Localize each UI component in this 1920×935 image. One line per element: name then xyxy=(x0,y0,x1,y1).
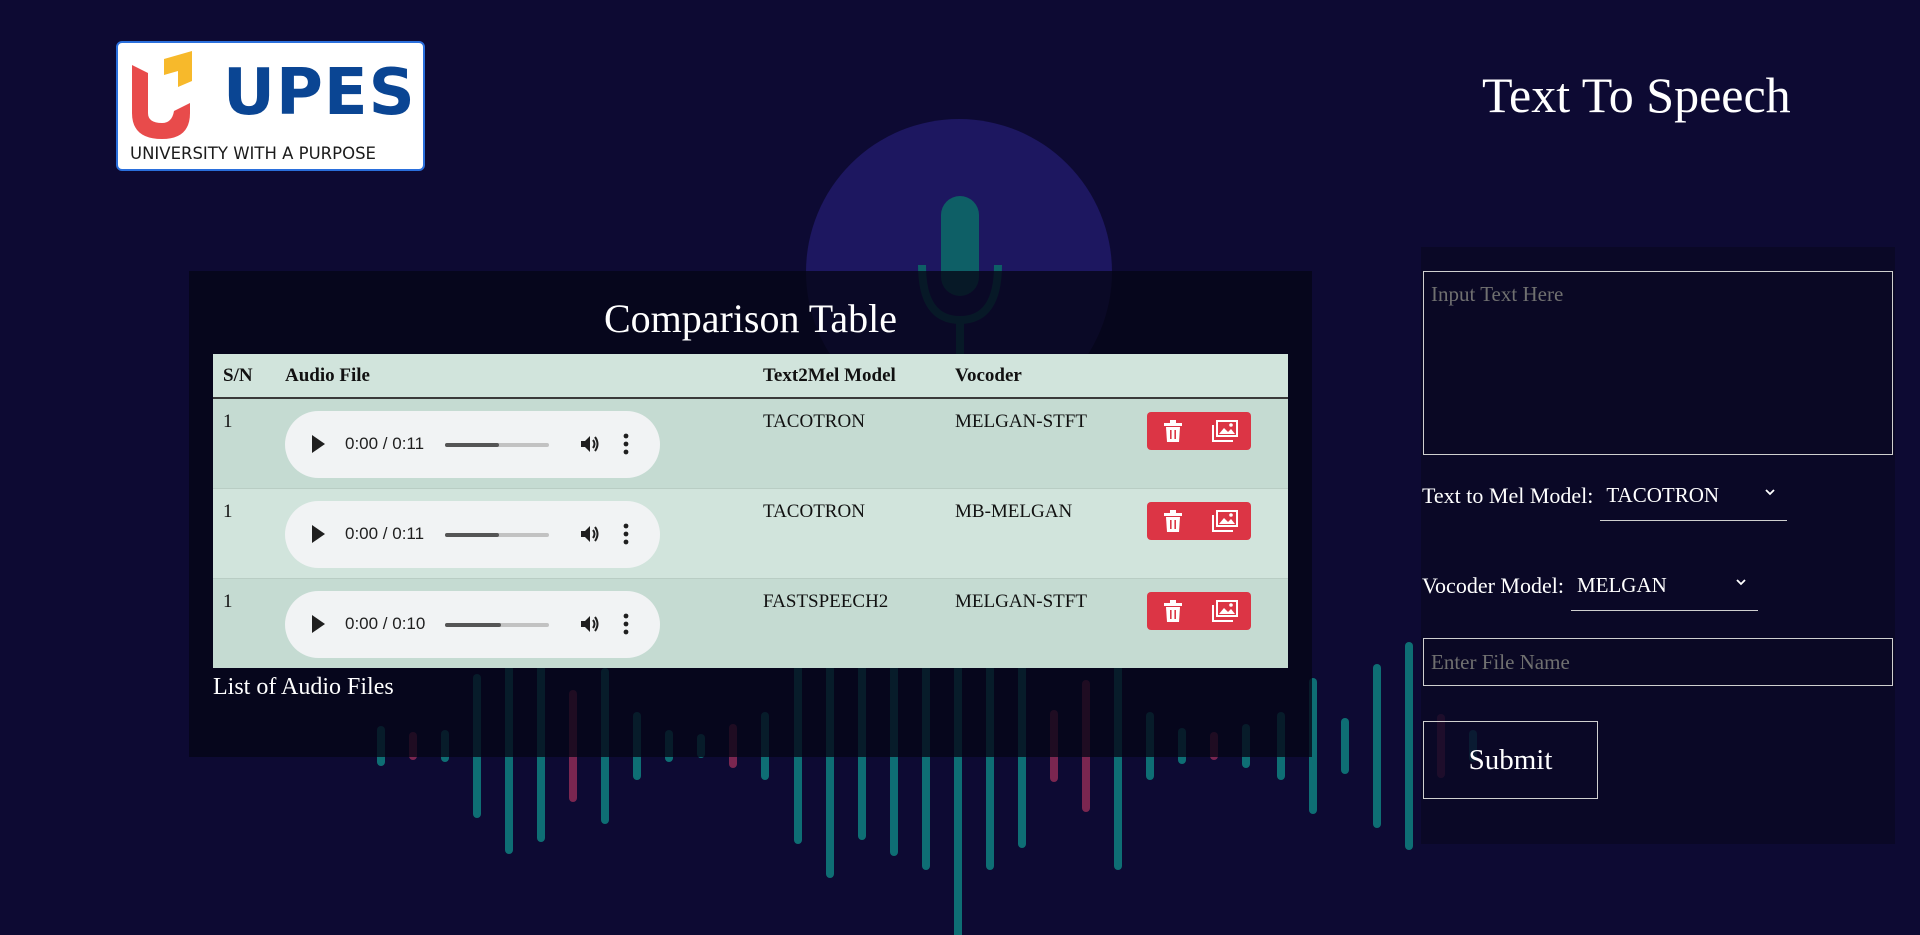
text2mel-select[interactable]: TACOTRON xyxy=(1600,471,1788,521)
audio-time: 0:00 / 0:11 xyxy=(345,434,425,453)
text-input[interactable] xyxy=(1423,271,1893,455)
cell-vocoder: MELGAN-STFT xyxy=(945,397,1137,489)
cell-sn: 1 xyxy=(213,397,275,489)
trash-icon xyxy=(1164,510,1182,532)
audio-player[interactable]: 0:00 / 0:11 xyxy=(285,411,660,478)
audio-seek-bar[interactable] xyxy=(445,443,549,447)
cell-text2mel: FASTSPEECH2 xyxy=(753,578,945,668)
audio-seek-bar[interactable] xyxy=(445,533,549,537)
header-text2mel: Text2Mel Model xyxy=(753,354,945,399)
view-spectrogram-button[interactable] xyxy=(1199,412,1251,450)
header-audio-file: Audio File xyxy=(275,354,753,399)
cell-vocoder: MELGAN-STFT xyxy=(945,578,1137,668)
logo-tagline: UNIVERSITY WITH A PURPOSE xyxy=(130,144,376,163)
play-icon[interactable] xyxy=(312,435,325,453)
tts-form-panel: Text to Mel Model: TACOTRON Vocoder Mode… xyxy=(1421,247,1895,844)
cell-text2mel: TACOTRON xyxy=(753,397,945,489)
vocoder-select[interactable]: MELGAN xyxy=(1570,561,1758,611)
cell-sn: 1 xyxy=(213,488,275,579)
vocoder-selected: MELGAN xyxy=(1576,573,1667,597)
cell-text2mel: TACOTRON xyxy=(753,488,945,579)
table-header-row: S/N Audio File Text2Mel Model Vocoder xyxy=(213,354,1288,399)
more-options-icon[interactable] xyxy=(622,613,630,635)
file-name-input[interactable] xyxy=(1423,638,1893,686)
volume-icon[interactable] xyxy=(579,433,601,455)
audio-time: 0:00 / 0:10 xyxy=(345,614,426,633)
page-title: Text To Speech xyxy=(1482,67,1791,123)
logo-mark-icon xyxy=(132,51,192,139)
volume-icon[interactable] xyxy=(579,613,601,635)
delete-button[interactable] xyxy=(1147,502,1199,540)
waveform-bar xyxy=(1341,718,1349,774)
header-sn: S/N xyxy=(213,354,275,399)
comparison-table: S/N Audio File Text2Mel Model Vocoder 1 … xyxy=(213,354,1288,668)
header-actions xyxy=(1137,354,1288,399)
row-actions xyxy=(1147,502,1251,540)
table-caption: List of Audio Files xyxy=(213,674,394,700)
vocoder-field: Vocoder Model: MELGAN xyxy=(1422,561,1758,611)
submit-button[interactable]: Submit xyxy=(1423,721,1598,799)
delete-button[interactable] xyxy=(1147,412,1199,450)
chevron-down-icon xyxy=(1736,579,1746,586)
text2mel-field: Text to Mel Model: TACOTRON xyxy=(1422,471,1788,521)
cell-actions xyxy=(1137,488,1288,579)
audio-seek-bar[interactable] xyxy=(445,623,549,627)
comparison-panel: Comparison Table S/N Audio File Text2Mel… xyxy=(189,271,1312,757)
logo-name: UPES xyxy=(223,56,416,130)
header-vocoder: Vocoder xyxy=(945,354,1137,399)
image-icon xyxy=(1212,510,1238,532)
cell-audio: 0:00 / 0:11 xyxy=(275,488,753,579)
waveform-bar xyxy=(1405,642,1413,850)
table-row: 1 0:00 / 0:10 FASTSPEECH2 MELGAN-STFT xyxy=(213,578,1288,668)
delete-button[interactable] xyxy=(1147,592,1199,630)
upes-logo: UPES UNIVERSITY WITH A PURPOSE xyxy=(116,41,425,171)
table-row: 1 0:00 / 0:11 TACOTRON MELGAN-STFT xyxy=(213,397,1288,489)
view-spectrogram-button[interactable] xyxy=(1199,592,1251,630)
play-icon[interactable] xyxy=(312,525,325,543)
trash-icon xyxy=(1164,420,1182,442)
audio-time: 0:00 / 0:11 xyxy=(345,524,425,543)
comparison-heading: Comparison Table xyxy=(603,296,898,341)
waveform-bar xyxy=(1373,664,1381,828)
row-actions xyxy=(1147,592,1251,630)
play-icon[interactable] xyxy=(312,615,325,633)
chevron-down-icon xyxy=(1765,489,1776,496)
more-options-icon[interactable] xyxy=(622,523,630,545)
audio-player[interactable]: 0:00 / 0:10 xyxy=(285,591,660,658)
seek-fill xyxy=(445,533,500,537)
more-options-icon[interactable] xyxy=(622,433,630,455)
view-spectrogram-button[interactable] xyxy=(1199,502,1251,540)
text2mel-selected: TACOTRON xyxy=(1606,483,1720,507)
volume-icon[interactable] xyxy=(579,523,601,545)
cell-audio: 0:00 / 0:11 xyxy=(275,397,753,489)
trash-icon xyxy=(1164,600,1182,622)
seek-fill xyxy=(445,443,500,447)
cell-vocoder: MB-MELGAN xyxy=(945,488,1137,579)
cell-sn: 1 xyxy=(213,578,275,668)
vocoder-label: Vocoder Model: xyxy=(1422,573,1564,598)
cell-audio: 0:00 / 0:10 xyxy=(275,578,753,668)
row-actions xyxy=(1147,412,1251,450)
cell-actions xyxy=(1137,578,1288,668)
seek-fill xyxy=(445,623,502,627)
cell-actions xyxy=(1137,397,1288,489)
audio-player[interactable]: 0:00 / 0:11 xyxy=(285,501,660,568)
text2mel-label: Text to Mel Model: xyxy=(1422,483,1594,508)
table-row: 1 0:00 / 0:11 TACOTRON MB-MELGAN xyxy=(213,488,1288,579)
image-icon xyxy=(1212,600,1238,622)
image-icon xyxy=(1212,420,1238,442)
